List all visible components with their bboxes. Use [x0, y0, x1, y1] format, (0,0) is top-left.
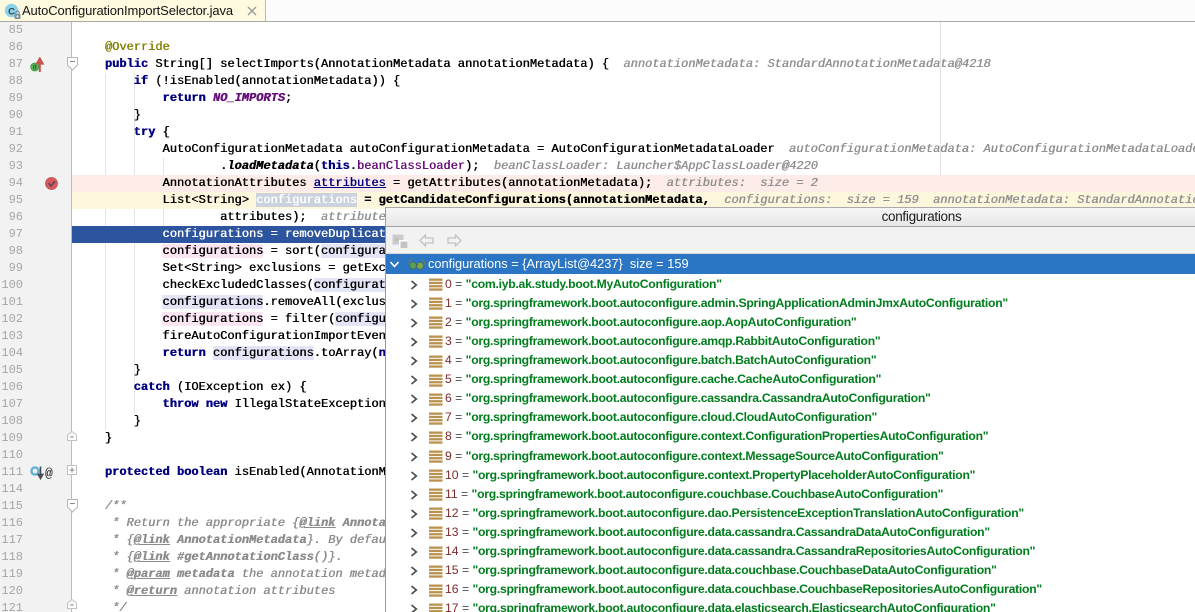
svg-text:C: C — [8, 6, 15, 17]
svg-text:@: @ — [45, 466, 53, 480]
